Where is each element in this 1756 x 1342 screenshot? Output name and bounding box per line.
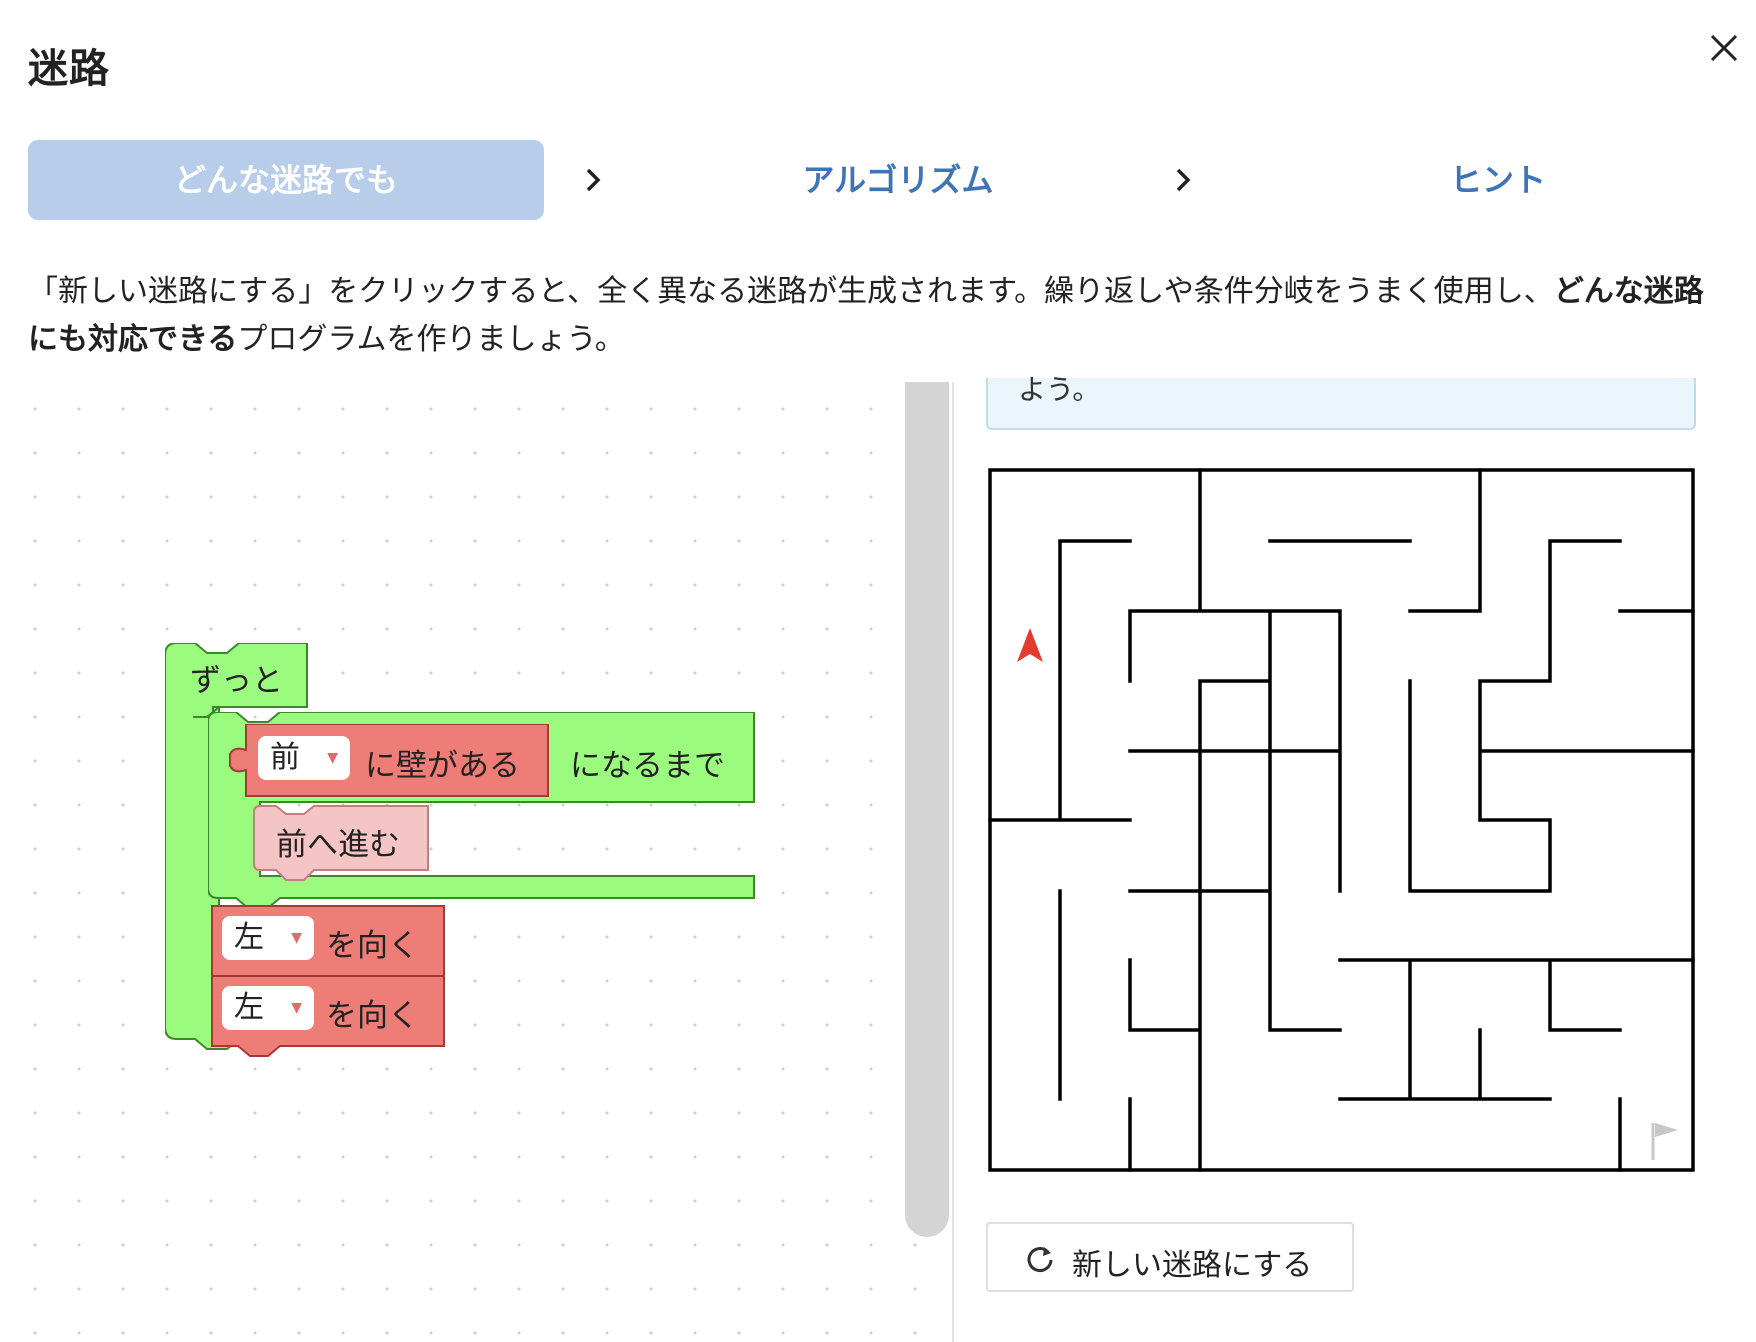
maze-board	[988, 468, 1695, 1172]
turn-direction-value: 左	[234, 990, 264, 1025]
instructions: 「新しい迷路にする」をクリックすると、全く異なる迷路が生成されます。繰り返しや条…	[28, 268, 1728, 364]
repeat-until-suffix: になるまで	[570, 748, 725, 784]
tab-any-maze[interactable]: どんな迷路でも	[28, 140, 544, 220]
new-maze-button[interactable]: 新しい迷路にする	[986, 1222, 1354, 1292]
block-workspace[interactable]: ずっと になるまで 前 ▼ に壁がある 前へ進む 左 ▼ を向く 左 ▼ を向く	[0, 382, 930, 1342]
move-forward-label: 前へ進む	[276, 827, 400, 863]
instructions-text: 「新しい迷路にする」をクリックすると、全く異なる迷路が生成されます。繰り返しや条…	[28, 274, 1554, 309]
turn-label: を向く	[326, 998, 419, 1034]
maze-walls	[988, 468, 1695, 1172]
turn-direction-dropdown[interactable]: 左 ▼	[222, 986, 314, 1030]
chevron-right-icon	[1176, 168, 1191, 192]
turn-direction-value: 左	[234, 920, 264, 955]
new-maze-label: 新しい迷路にする	[1072, 1248, 1313, 1283]
step-navigation: どんな迷路でも アルゴリズム ヒント	[28, 140, 1728, 220]
wall-condition-label: に壁がある	[365, 748, 520, 784]
chevron-right-icon	[586, 168, 601, 192]
dropdown-arrow-icon: ▼	[291, 1000, 302, 1016]
forever-label: ずっと	[190, 663, 283, 699]
turn-label: を向く	[326, 928, 419, 964]
refresh-icon	[1027, 1247, 1053, 1273]
instructions-text-end: プログラムを作りましょう。	[237, 322, 625, 357]
page-title: 迷路	[28, 46, 110, 92]
panel-divider	[952, 382, 954, 1342]
hint-text: よう。	[1018, 373, 1101, 406]
dropdown-arrow-icon: ▼	[291, 930, 302, 946]
workspace-scrollbar[interactable]	[905, 382, 949, 1237]
direction-value: 前	[270, 740, 300, 775]
tab-algorithm[interactable]: アルゴリズム	[688, 140, 1108, 220]
turn-direction-dropdown[interactable]: 左 ▼	[222, 916, 314, 960]
red-arrow-icon	[1017, 628, 1043, 662]
tab-hint[interactable]: ヒント	[1288, 140, 1708, 220]
dropdown-arrow-icon: ▼	[327, 750, 338, 766]
close-icon[interactable]	[1704, 28, 1744, 68]
direction-dropdown[interactable]: 前 ▼	[258, 736, 350, 780]
flag-icon	[1651, 1123, 1678, 1160]
